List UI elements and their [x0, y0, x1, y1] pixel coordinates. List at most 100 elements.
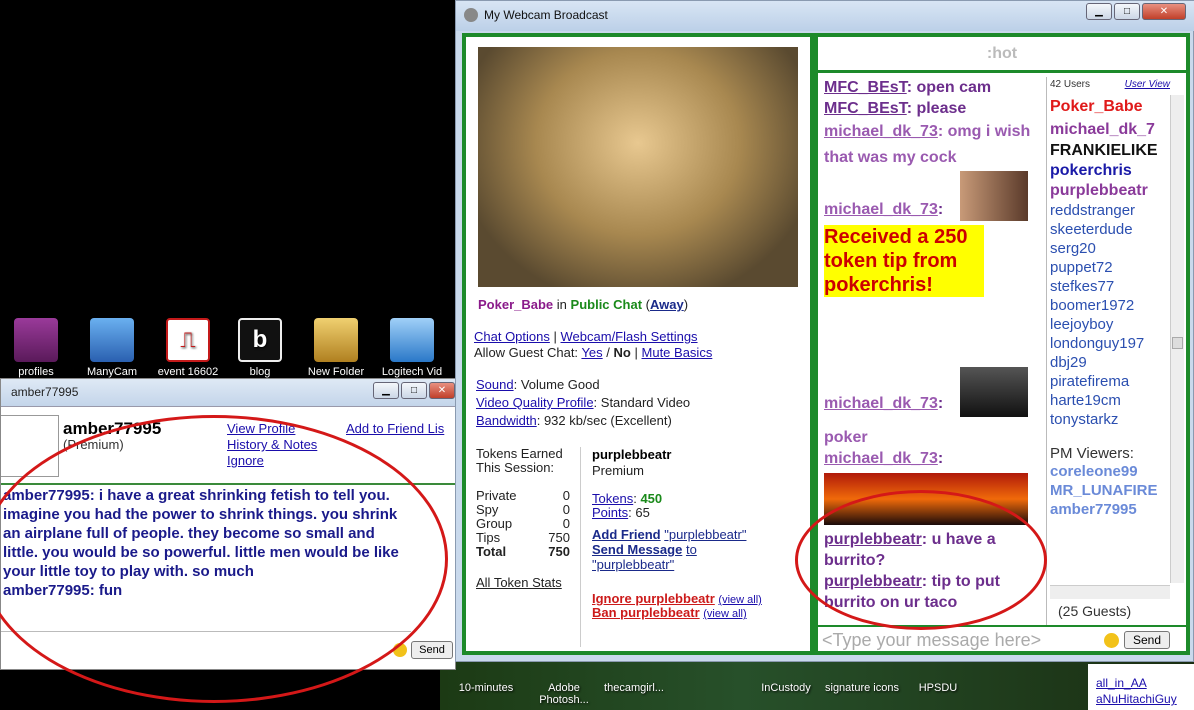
tip-notification: Received a 250 token tip from pokerchris…: [824, 225, 984, 297]
selected-user-status: Premium: [592, 463, 645, 478]
tokens-value: 450: [640, 491, 663, 506]
tokens-link[interactable]: Tokens: [592, 491, 633, 506]
divider: [818, 625, 1186, 627]
pm-send-button[interactable]: Send: [411, 641, 453, 659]
user-list-item[interactable]: harte19cm: [1050, 391, 1168, 410]
minimize-button[interactable]: ▁: [373, 382, 399, 399]
user-list-item[interactable]: boomer1972: [1050, 296, 1168, 315]
pm-viewer-item[interactable]: coreleone99: [1050, 462, 1168, 481]
user-list-item[interactable]: stefkes77: [1050, 277, 1168, 296]
desktop-icon-new-folder[interactable]: New Folder: [296, 318, 376, 378]
maximize-button[interactable]: □: [1114, 3, 1140, 20]
broadcast-status: Poker_Babe in Public Chat (Away): [478, 297, 689, 312]
broadcaster-name: Poker_Babe: [478, 297, 554, 312]
user-count: 42 Users: [1050, 79, 1091, 90]
chat-message: michael_dk_73:: [824, 395, 944, 412]
logitech-icon: [390, 318, 434, 362]
guest-chat-label: Allow Guest Chat:: [474, 345, 579, 360]
chat-message: poker: [824, 429, 868, 446]
chat-message: MFC_BEsT: please: [824, 100, 967, 117]
desktop-icon-photoshop[interactable]: Adobe Photosh...: [524, 660, 604, 706]
user-list-item[interactable]: FRANKIELIKE: [1050, 141, 1168, 161]
close-button[interactable]: ✕: [1142, 3, 1186, 20]
chat-message: michael_dk_73:: [824, 450, 944, 467]
room-topic: :hot: [818, 37, 1186, 73]
webcam-settings-link[interactable]: Webcam/Flash Settings: [561, 329, 698, 344]
user-list-item[interactable]: pokerchris: [1050, 161, 1168, 181]
away-status-link[interactable]: Away: [650, 297, 684, 312]
pm-viewers-label: PM Viewers:: [1050, 445, 1134, 462]
pm-window-titlebar: amber77995 ▁ □ ✕: [1, 379, 457, 407]
guest-chat-no[interactable]: No: [614, 345, 631, 360]
scrollbar-thumb[interactable]: [1172, 337, 1183, 349]
desktop-icon-profiles[interactable]: profiles: [0, 318, 76, 378]
selected-user-name: purplebbeatr: [592, 447, 672, 462]
user-list-items: Poker_Babe michael_dk_7 FRANKIELIKE poke…: [1050, 95, 1168, 583]
user-list-item[interactable]: reddstranger: [1050, 201, 1168, 220]
room-name: Public Chat: [570, 297, 643, 312]
chat-message-input[interactable]: <Type your message here>: [822, 629, 1104, 651]
user-list-item[interactable]: michael_dk_7: [1050, 119, 1168, 141]
chat-options-link[interactable]: Chat Options: [474, 329, 550, 344]
desktop-icon-blog[interactable]: b blog: [220, 318, 300, 378]
archive-icon: [14, 318, 58, 362]
user-list-item[interactable]: serg20: [1050, 239, 1168, 258]
user-list: 42 Users User View Poker_Babe michael_dk…: [1050, 79, 1186, 627]
blog-icon: b: [238, 318, 282, 362]
bandwidth-link[interactable]: Bandwidth: [476, 413, 537, 428]
guest-chat-yes[interactable]: Yes: [581, 345, 602, 360]
add-friend-link[interactable]: Add Friend: [592, 527, 661, 542]
emoticon-image: [960, 171, 1028, 221]
close-button[interactable]: ✕: [429, 382, 455, 399]
manycam-icon: [90, 318, 134, 362]
smiley-icon[interactable]: [1104, 633, 1119, 648]
chat-message: MFC_BEsT: open cam: [824, 79, 992, 96]
friend-link[interactable]: aNuHitachiGuy: [1096, 692, 1177, 706]
app-icon: [464, 8, 478, 22]
add-friend-link[interactable]: Add to Friend Lis: [346, 421, 444, 436]
horizontal-scrollbar[interactable]: [1050, 585, 1170, 599]
pm-viewer-item[interactable]: amber77995: [1050, 500, 1168, 519]
user-view-link[interactable]: User View: [1125, 79, 1170, 90]
annotation-circle-chat: [795, 490, 1047, 630]
user-list-item[interactable]: purplebbeatr: [1050, 181, 1168, 201]
view-all-link[interactable]: (view all): [703, 608, 746, 620]
pm-viewer-item[interactable]: MR_LUNAFIRE: [1050, 481, 1168, 500]
friend-link[interactable]: all_in_AA: [1096, 676, 1147, 690]
desktop-icon-event[interactable]: ⎍ event 16602: [148, 318, 228, 378]
tokens-earned-label: Tokens Earned This Session:: [476, 446, 563, 475]
broadcaster-panel: Poker_Babe in Public Chat (Away) Chat Op…: [462, 33, 814, 655]
user-list-item[interactable]: Poker_Babe: [1050, 95, 1168, 119]
stat-row: Private 0: [476, 488, 570, 503]
user-actions: Add Friend "purplebbeatr" Send Message t…: [592, 527, 747, 572]
user-list-item[interactable]: dbj29: [1050, 353, 1168, 372]
sound-link[interactable]: Sound: [476, 377, 514, 392]
user-list-item[interactable]: skeeterdude: [1050, 220, 1168, 239]
maximize-button[interactable]: □: [401, 382, 427, 399]
send-message-link[interactable]: Send Message: [592, 542, 682, 557]
video-quality-link[interactable]: Video Quality Profile: [476, 395, 594, 410]
webcam-window-titlebar: My Webcam Broadcast ▁ □ ✕: [456, 1, 1194, 31]
webcam-window-title: My Webcam Broadcast: [484, 8, 608, 22]
webcam-video: [478, 47, 798, 287]
session-stats: Private 0 Spy 0 Group 0 Tips 750 Total 750: [476, 489, 570, 559]
ignore-user-link[interactable]: Ignore purplebbeatr: [592, 591, 715, 606]
points-link[interactable]: Points: [592, 505, 628, 520]
user-list-item[interactable]: leejoyboy: [1050, 315, 1168, 334]
desktop-icon-manycam[interactable]: ManyCam: [72, 318, 152, 378]
user-list-item[interactable]: piratefirema: [1050, 372, 1168, 391]
annotation-circle-pm: [0, 415, 448, 703]
divider: [580, 447, 581, 647]
ban-user-link[interactable]: Ban purplebbeatr: [592, 605, 700, 620]
user-list-scrollbar[interactable]: [1170, 95, 1184, 583]
all-token-stats-link[interactable]: All Token Stats: [476, 575, 562, 590]
user-list-item[interactable]: puppet72: [1050, 258, 1168, 277]
user-list-item[interactable]: londonguy197: [1050, 334, 1168, 353]
desktop-icon-logitech[interactable]: Logitech Vid: [372, 318, 452, 378]
folder-icon: [314, 318, 358, 362]
emoticon-image: [960, 367, 1028, 417]
chat-send-button[interactable]: Send: [1124, 631, 1170, 649]
minimize-button[interactable]: ▁: [1086, 3, 1112, 20]
user-list-item[interactable]: tonystarkz: [1050, 410, 1168, 429]
mute-basics-link[interactable]: Mute Basics: [642, 345, 713, 360]
